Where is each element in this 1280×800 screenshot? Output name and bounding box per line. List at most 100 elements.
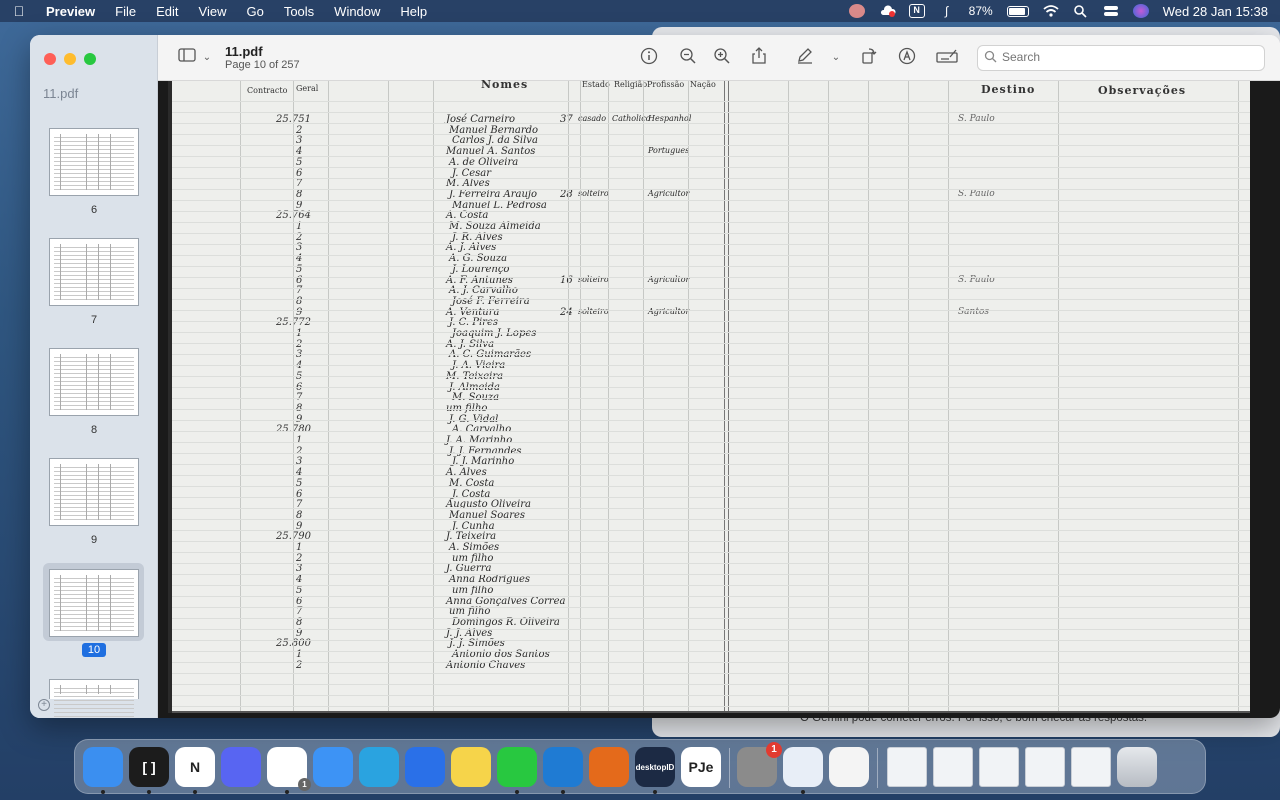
chrome-icon[interactable]: 1 xyxy=(267,747,311,791)
thumbnail-line xyxy=(54,263,134,264)
thumbnail-column xyxy=(110,464,111,520)
ledger-column-line xyxy=(433,81,434,711)
menu-window[interactable]: Window xyxy=(334,4,380,19)
ledger-column-line xyxy=(580,81,581,711)
running-indicator xyxy=(285,790,289,794)
menu-tools[interactable]: Tools xyxy=(284,4,314,19)
info-icon[interactable] xyxy=(638,47,660,69)
minimize-button[interactable] xyxy=(64,53,76,65)
wifi-icon[interactable] xyxy=(1043,4,1059,18)
chevron-down-icon[interactable]: ⌄ xyxy=(196,47,218,69)
battery-icon[interactable] xyxy=(1006,5,1029,17)
document-view[interactable]: Contracto Geral Nomes Estado Religião Pr… xyxy=(158,78,1280,718)
notion-icon[interactable]: N xyxy=(175,747,215,787)
share-icon[interactable] xyxy=(748,47,770,69)
cloud-icon[interactable] xyxy=(879,4,896,18)
rotate-icon[interactable] xyxy=(858,47,880,69)
markup-pen-icon[interactable] xyxy=(794,47,816,69)
control-center-icon[interactable] xyxy=(1103,4,1119,18)
ledger-row-line xyxy=(168,706,1250,707)
form-fill-icon[interactable] xyxy=(936,47,958,69)
thumbnail-column xyxy=(86,575,87,631)
annotate-icon[interactable] xyxy=(896,47,918,69)
add-page-icon[interactable]: + xyxy=(38,699,50,711)
thumbnail-line xyxy=(54,578,134,579)
clock[interactable]: Wed 28 Jan 15:38 xyxy=(1163,4,1268,19)
ledger-row: 2 um filho xyxy=(168,553,1250,564)
status-app-icon[interactable] xyxy=(848,4,865,18)
minimized-window-thumbnail[interactable] xyxy=(1025,747,1065,787)
telegram-icon[interactable] xyxy=(359,747,399,787)
minimized-window-thumbnail[interactable] xyxy=(933,747,973,787)
menu-go[interactable]: Go xyxy=(246,4,263,19)
page-thumbnail-6[interactable] xyxy=(49,128,139,196)
entry-name: A. J. Carvalho xyxy=(449,285,518,297)
bluetooth-icon[interactable]: ∫ xyxy=(939,4,955,18)
markup-chevron-down-icon[interactable]: ⌄ xyxy=(825,47,847,69)
page-label-8: 8 xyxy=(90,424,98,436)
zoom-in-icon[interactable] xyxy=(711,47,733,69)
search-input[interactable] xyxy=(1002,50,1252,64)
minimized-window-thumbnail[interactable] xyxy=(979,747,1019,787)
ledger-row-line xyxy=(168,464,1250,465)
ledger-row-line xyxy=(168,343,1250,344)
thumbnail-line xyxy=(54,503,134,504)
page-thumbnail-10[interactable] xyxy=(49,569,139,637)
zoom-button[interactable] xyxy=(84,53,96,65)
dock-app-label: PJe xyxy=(688,759,714,775)
thumbnail-line xyxy=(54,177,134,178)
settings-icon[interactable]: 1 xyxy=(737,742,782,787)
minimized-window-thumbnail[interactable] xyxy=(1071,747,1111,787)
thumbnail-line xyxy=(54,582,134,583)
trash-icon[interactable] xyxy=(1117,747,1157,787)
menu-view[interactable]: View xyxy=(199,4,227,19)
ledger-row: 1 J. A. Marinho xyxy=(168,435,1250,446)
discord-icon[interactable] xyxy=(221,747,261,787)
siri-icon[interactable] xyxy=(1132,4,1149,18)
entry-estado: casado xyxy=(578,114,607,123)
close-button[interactable] xyxy=(44,53,56,65)
ledger-row-line xyxy=(168,255,1250,256)
ledger-row-line xyxy=(168,310,1250,311)
ledger-row-line xyxy=(168,409,1250,410)
preview-icon[interactable] xyxy=(783,747,823,787)
apple-menu-icon[interactable]:  xyxy=(10,3,28,19)
page-label-9: 9 xyxy=(90,534,98,546)
zoom-out-icon[interactable] xyxy=(677,47,699,69)
thumbnail-line xyxy=(54,361,134,362)
notes-icon[interactable] xyxy=(451,747,491,787)
thumbnail-line xyxy=(54,602,134,603)
page-thumbnail-7[interactable] xyxy=(49,238,139,306)
finder-icon[interactable] xyxy=(83,747,123,787)
menu-help[interactable]: Help xyxy=(400,4,427,19)
firefox-icon[interactable] xyxy=(589,747,629,787)
arc-icon[interactable] xyxy=(405,747,445,787)
sidebar-toggle-icon[interactable] xyxy=(176,47,198,69)
thumbnail-line xyxy=(54,397,134,398)
ledger-row-line xyxy=(168,398,1250,399)
menu-app-name[interactable]: Preview xyxy=(46,4,95,19)
entry-number: 2 xyxy=(296,445,303,457)
page-thumbnail-8[interactable] xyxy=(49,348,139,416)
notion-status-icon[interactable]: N xyxy=(908,4,925,18)
textedit-icon[interactable] xyxy=(829,747,869,787)
whatsapp-icon[interactable] xyxy=(497,747,537,787)
ledger-row: 8 José F. Ferreira xyxy=(168,296,1250,307)
desktopid-icon[interactable]: desktopID xyxy=(635,747,675,787)
pje-icon[interactable]: PJe xyxy=(681,747,721,787)
spotlight-search-icon[interactable] xyxy=(1073,4,1089,18)
vscode-icon[interactable] xyxy=(543,747,583,787)
menu-edit[interactable]: Edit xyxy=(156,4,178,19)
entry-number: 4 xyxy=(296,574,303,586)
thumbnail-line xyxy=(54,483,134,484)
thumbnail-column xyxy=(98,685,99,694)
page-thumbnail-9[interactable] xyxy=(49,458,139,526)
mail-icon[interactable] xyxy=(313,747,353,787)
thumbnail-line xyxy=(54,137,134,138)
minimized-window-thumbnail[interactable] xyxy=(887,747,927,787)
screenshot-icon[interactable]: [ ] xyxy=(129,747,169,787)
menu-file[interactable]: File xyxy=(115,4,136,19)
page-thumbnail-11[interactable] xyxy=(49,679,139,717)
thumbnail-line xyxy=(54,700,134,701)
search-field[interactable] xyxy=(977,45,1265,71)
